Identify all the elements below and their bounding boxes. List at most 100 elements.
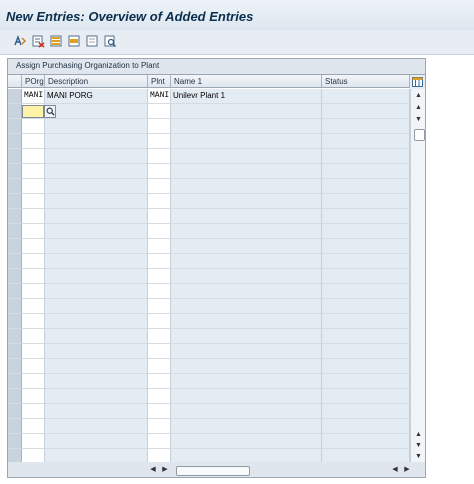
- change-display-icon[interactable]: [13, 34, 27, 48]
- plnt-cell[interactable]: [148, 224, 171, 239]
- column-header-porg[interactable]: POrg: [22, 75, 45, 88]
- plnt-cell[interactable]: [148, 284, 171, 299]
- plnt-cell[interactable]: [148, 239, 171, 254]
- plnt-cell[interactable]: [148, 269, 171, 284]
- select-all-icon[interactable]: [49, 34, 63, 48]
- plnt-cell[interactable]: [148, 209, 171, 224]
- column-header-plnt[interactable]: Plnt: [148, 75, 171, 88]
- plnt-cell[interactable]: [148, 299, 171, 314]
- plnt-cell[interactable]: [148, 254, 171, 269]
- plnt-cell[interactable]: [148, 389, 171, 404]
- plnt-cell[interactable]: [148, 419, 171, 434]
- row-selector[interactable]: [8, 269, 22, 284]
- vertical-scroll-thumb[interactable]: [414, 129, 425, 141]
- plnt-cell[interactable]: [148, 434, 171, 449]
- porg-cell[interactable]: [22, 299, 45, 314]
- scroll-down-bottom-icon[interactable]: ▼: [411, 440, 425, 451]
- row-selector[interactable]: [8, 344, 22, 359]
- select-block-icon[interactable]: [67, 34, 81, 48]
- scroll-left-icon[interactable]: ◀: [148, 464, 158, 475]
- scroll-left-end-icon[interactable]: ◀: [390, 464, 400, 475]
- table-settings-icon[interactable]: [410, 75, 425, 90]
- porg-cell[interactable]: [22, 134, 45, 149]
- porg-cell[interactable]: [22, 254, 45, 269]
- row-selector[interactable]: [8, 389, 22, 404]
- row-selector[interactable]: [8, 209, 22, 224]
- value-help-button[interactable]: [44, 105, 56, 118]
- plnt-cell[interactable]: [148, 449, 171, 463]
- scroll-right-end-icon[interactable]: ▶: [402, 464, 412, 475]
- porg-cell[interactable]: MANI: [22, 89, 45, 104]
- row-selector[interactable]: [8, 239, 22, 254]
- row-selector[interactable]: [8, 359, 22, 374]
- porg-cell[interactable]: [22, 164, 45, 179]
- plnt-cell[interactable]: [148, 149, 171, 164]
- row-selector[interactable]: [8, 134, 22, 149]
- select-all-column-header[interactable]: [8, 75, 22, 88]
- row-selector[interactable]: [8, 374, 22, 389]
- horizontal-scrollbar[interactable]: ◀ ▶ ◀ ▶: [8, 462, 425, 477]
- plnt-cell[interactable]: [148, 329, 171, 344]
- plnt-cell[interactable]: [148, 344, 171, 359]
- porg-cell[interactable]: [22, 269, 45, 284]
- porg-input[interactable]: [22, 105, 44, 118]
- plnt-cell[interactable]: MANI: [148, 89, 171, 104]
- column-header-status[interactable]: Status: [322, 75, 410, 88]
- plnt-cell[interactable]: [148, 134, 171, 149]
- row-selector[interactable]: [8, 194, 22, 209]
- porg-cell[interactable]: [22, 149, 45, 164]
- row-selector[interactable]: [8, 449, 22, 463]
- porg-cell[interactable]: [22, 194, 45, 209]
- row-selector[interactable]: [8, 164, 22, 179]
- row-selector[interactable]: [8, 254, 22, 269]
- porg-cell[interactable]: [22, 359, 45, 374]
- scroll-right-icon[interactable]: ▶: [160, 464, 170, 475]
- plnt-cell[interactable]: [148, 179, 171, 194]
- porg-cell[interactable]: [22, 314, 45, 329]
- porg-cell[interactable]: [22, 419, 45, 434]
- scroll-down-icon[interactable]: ▼: [411, 114, 425, 125]
- plnt-cell[interactable]: [148, 314, 171, 329]
- scroll-last-icon[interactable]: ▼: [411, 451, 425, 462]
- deselect-all-icon[interactable]: [85, 34, 99, 48]
- row-selector[interactable]: [8, 419, 22, 434]
- porg-cell[interactable]: [22, 434, 45, 449]
- column-header-name1[interactable]: Name 1: [171, 75, 322, 88]
- row-selector[interactable]: [8, 284, 22, 299]
- porg-cell[interactable]: [22, 404, 45, 419]
- scroll-up-top-icon[interactable]: ▲: [411, 90, 425, 101]
- find-icon[interactable]: [103, 34, 117, 48]
- row-selector[interactable]: [8, 119, 22, 134]
- plnt-cell[interactable]: [148, 164, 171, 179]
- porg-cell[interactable]: [22, 119, 45, 134]
- row-selector[interactable]: [8, 104, 22, 119]
- plnt-cell[interactable]: [148, 359, 171, 374]
- row-selector[interactable]: [8, 404, 22, 419]
- row-selector[interactable]: [8, 299, 22, 314]
- porg-cell[interactable]: [22, 224, 45, 239]
- row-selector[interactable]: [8, 89, 22, 104]
- plnt-cell[interactable]: [148, 194, 171, 209]
- horizontal-scroll-thumb[interactable]: [176, 466, 250, 476]
- porg-cell[interactable]: [22, 344, 45, 359]
- porg-cell[interactable]: [22, 449, 45, 463]
- porg-cell[interactable]: [22, 179, 45, 194]
- porg-cell[interactable]: [22, 374, 45, 389]
- row-selector[interactable]: [8, 179, 22, 194]
- row-selector[interactable]: [8, 224, 22, 239]
- porg-cell[interactable]: [22, 209, 45, 224]
- row-selector[interactable]: [8, 434, 22, 449]
- scroll-up-icon[interactable]: ▲: [411, 102, 425, 113]
- row-selector[interactable]: [8, 314, 22, 329]
- plnt-cell[interactable]: [148, 374, 171, 389]
- plnt-cell[interactable]: [148, 104, 171, 119]
- porg-cell[interactable]: [22, 389, 45, 404]
- scroll-up-bottom-icon[interactable]: ▲: [411, 429, 425, 440]
- porg-cell[interactable]: [22, 329, 45, 344]
- delete-icon[interactable]: [31, 34, 45, 48]
- plnt-cell[interactable]: [148, 404, 171, 419]
- row-selector[interactable]: [8, 329, 22, 344]
- porg-cell[interactable]: [22, 239, 45, 254]
- row-selector[interactable]: [8, 149, 22, 164]
- vertical-scrollbar[interactable]: ▲ ▲ ▼ ▲ ▼ ▼: [410, 89, 425, 463]
